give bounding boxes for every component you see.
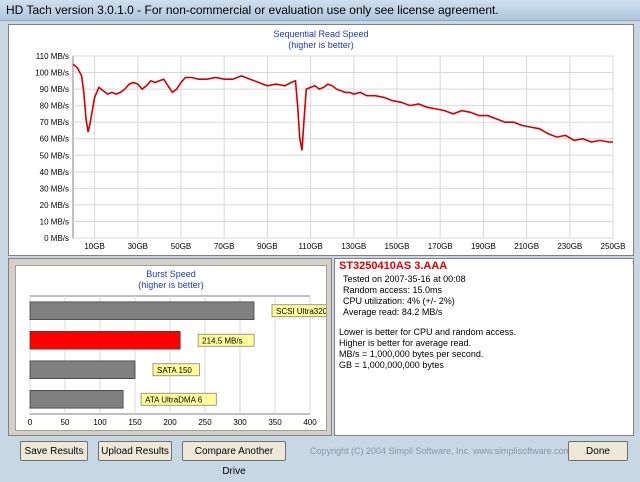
burst-chart-area: Burst Speed (higher is better) 0 50 100 150… (15, 265, 327, 431)
x-tick-label: 170GB (428, 242, 453, 251)
y-tick-label: 90 MB/s (40, 85, 69, 94)
x-tick-label: 110GB (298, 242, 322, 251)
burst-bar (29, 390, 124, 409)
info-note-lower: Lower is better for CPU and random acces… (339, 327, 517, 337)
x-tick-label: 70GB (214, 242, 234, 251)
y-tick-label: 20 MB/s (40, 201, 69, 210)
done-button[interactable]: Done (568, 441, 628, 461)
info-random-access: Random access: 15.0ms (343, 285, 443, 295)
burst-bar (29, 331, 181, 350)
sequential-read-chart: Sequential Read Speed (higher is better)… (8, 24, 634, 256)
y-tick-label: 100 MB/s (35, 69, 69, 78)
burst-bar-label: ATA UltraDMA 6 (145, 395, 203, 404)
burst-x-tick-label: 300 (233, 418, 247, 427)
info-tested-on: Tested on 2007-35-16 at 00:08 (343, 274, 466, 284)
x-tick-label: 130GB (341, 242, 366, 251)
info-note-mbs: MB/s = 1,000,000 bytes per second. (339, 349, 484, 359)
drive-model: ST3250410AS 3.AAA (339, 260, 448, 272)
burst-x-tick-label: 250 (198, 418, 212, 427)
y-tick-label: 50 MB/s (40, 151, 69, 160)
info-note-higher: Higher is better for average read. (339, 338, 472, 348)
x-tick-label: 230GB (557, 242, 582, 251)
y-tick-label: 0 MB/s (44, 234, 69, 243)
compare-another-drive-button[interactable]: Compare Another Drive (182, 441, 286, 477)
window-titlebar: HD Tach version 3.0.1.0 - For non-commer… (0, 0, 640, 21)
burst-x-tick-label: 0 (28, 418, 33, 427)
y-tick-label: 10 MB/s (40, 217, 69, 226)
x-tick-label: 150GB (385, 242, 410, 251)
x-tick-label: 50GB (171, 242, 191, 251)
burst-x-tick-label: 200 (163, 418, 177, 427)
x-tick-label: 190GB (471, 242, 496, 251)
y-tick-label: 70 MB/s (40, 118, 69, 127)
y-tick-label: 110 MB/s (36, 52, 69, 61)
x-tick-label: 10GB (84, 242, 104, 251)
burst-bar (29, 360, 136, 380)
burst-x-tick-label: 50 (61, 418, 70, 427)
burst-bar (29, 301, 255, 321)
window-title: HD Tach version 3.0.1.0 - For non-commer… (6, 3, 499, 17)
copyright-text: Copyright (C) 2004 Simpli Software, Inc.… (310, 446, 572, 456)
x-tick-label: 90GB (257, 242, 277, 251)
burst-x-tick-label: 350 (268, 418, 282, 427)
drive-info-panel: ST3250410AS 3.AAA Tested on 2007-35-16 a… (334, 258, 634, 436)
y-tick-label: 60 MB/s (40, 135, 69, 144)
info-note-gb: GB = 1,000,000,000 bytes (339, 360, 444, 370)
y-tick-label: 80 MB/s (40, 102, 69, 111)
burst-bar-label: 214.5 MB/s (202, 336, 242, 345)
upload-results-button[interactable]: Upload Results (98, 441, 172, 461)
save-results-button[interactable]: Save Results (20, 441, 88, 461)
burst-bar-label: SATA 150 (157, 366, 192, 375)
plot-frame (72, 55, 614, 239)
x-tick-label: 210GB (514, 242, 539, 251)
sequential-plot: 0 MB/s 10 MB/s 20 MB/s 30 MB/s 40 MB/s 50 MB/… (35, 52, 626, 251)
burst-plot: 0 50 100 150 200 250 300 350 400 SCSI Ultra320 214… (28, 295, 326, 427)
burst-x-tick-label: 400 (303, 418, 317, 427)
x-tick-label: 30GB (128, 242, 148, 251)
y-tick-label: 30 MB/s (40, 184, 69, 193)
y-tick-label: 40 MB/s (40, 168, 69, 177)
info-average-read: Average read: 84.2 MB/s (343, 307, 443, 317)
burst-x-tick-label: 150 (128, 418, 142, 427)
burst-speed-panel: Burst Speed (higher is better) 0 50 100 150… (8, 258, 332, 436)
info-cpu-utilization: CPU utilization: 4% (+/- 2%) (343, 296, 455, 306)
x-tick-label: 250GB (601, 242, 626, 251)
burst-x-tick-label: 100 (93, 418, 107, 427)
burst-bar-label: SCSI Ultra320 (276, 307, 326, 316)
